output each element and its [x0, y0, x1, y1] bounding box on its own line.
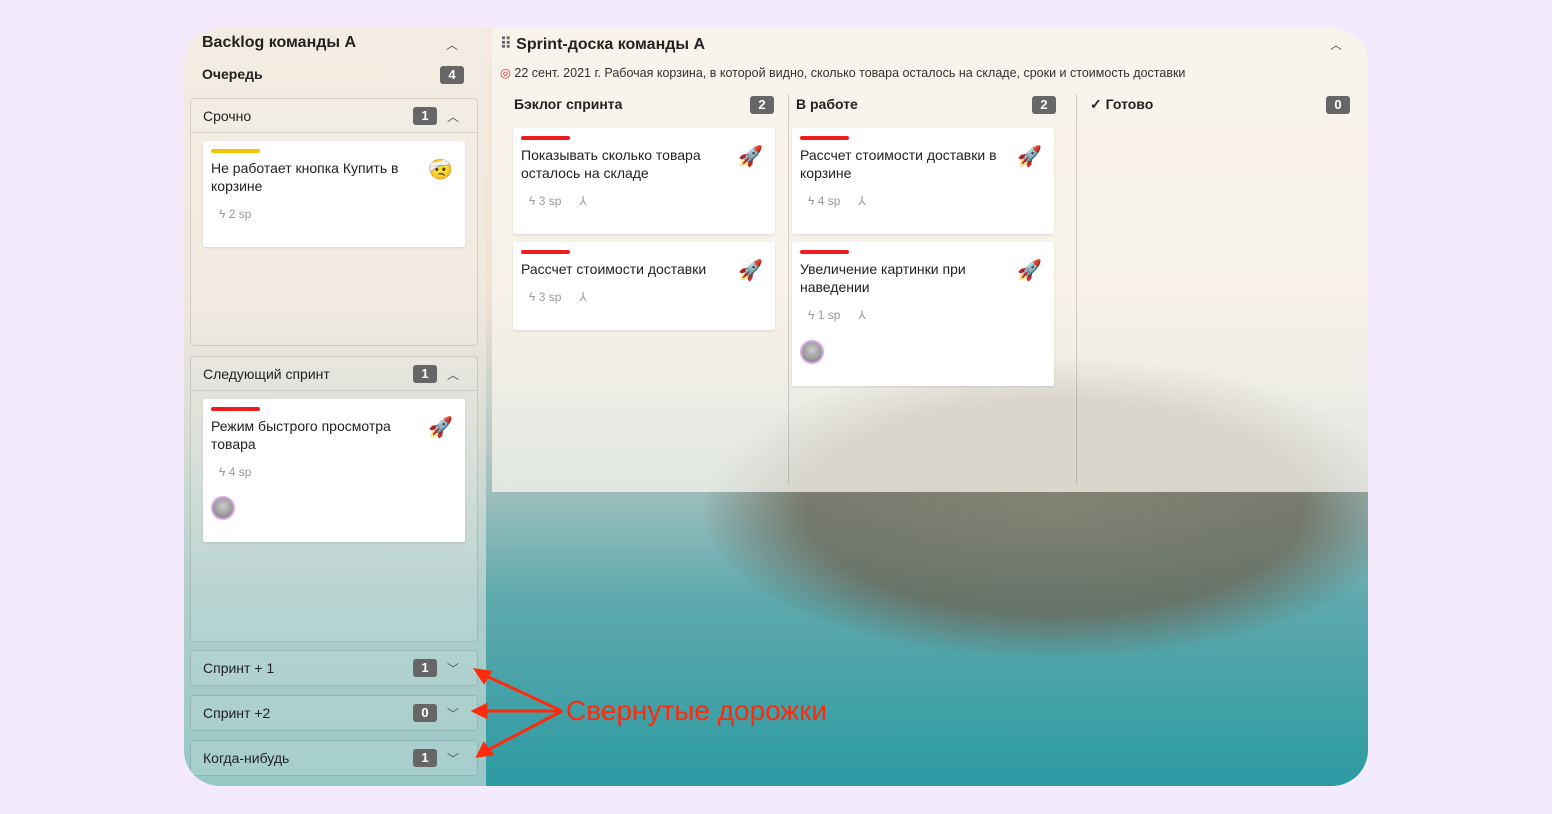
rocket-icon: 🚀: [738, 260, 763, 282]
lane-someday[interactable]: Когда-нибудь 1 ﹀: [190, 740, 478, 776]
card-title: Рассчет стоимости доставки в корзине: [800, 147, 997, 181]
backlog-panel: Backlog команды А ︿ Очередь 4 Срочно 1 ︿ Н…: [184, 28, 486, 786]
task-card[interactable]: Не работает кнопка Купить в корзине 🤕 ϟ …: [203, 141, 465, 247]
lane-urgent: Срочно 1 ︿ Не работает кнопка Купить в кор…: [190, 98, 478, 346]
drag-handle-icon[interactable]: ⠿: [500, 36, 516, 53]
rocket-icon: 🚀: [1017, 146, 1042, 168]
lane-count: 0: [413, 704, 437, 722]
card-meta: ϟ 2 sp: [219, 207, 269, 221]
lane-count: 1: [413, 107, 437, 125]
annotation-label: Свернутые дорожки: [566, 695, 828, 726]
subtasks-icon: ⅄: [579, 194, 587, 208]
board-description: ◎ 22 сент. 2021 г. Рабочая корзина, в ко…: [500, 66, 1186, 80]
board-title: ⠿ Sprint-доска команды А: [500, 36, 706, 53]
priority-bar: [800, 136, 849, 140]
priority-bar: [521, 136, 570, 140]
lane-header[interactable]: Следующий спринт 1 ︿: [191, 357, 477, 391]
column-done: ✓ Готово 0: [1076, 90, 1363, 485]
sprint-board: ⠿ Sprint-доска команды А ︿ ◎ 22 сент. 20…: [492, 28, 1368, 492]
lane-label: Спринт +2: [203, 705, 271, 721]
subtasks-icon: ⅄: [858, 308, 866, 322]
card-title: Рассчет стоимости доставки: [521, 261, 707, 277]
lane-sprint-plus-1[interactable]: Спринт + 1 1 ﹀: [190, 650, 478, 686]
queue-count: 4: [440, 66, 464, 84]
queue-label: Очередь: [202, 66, 263, 82]
avatar[interactable]: [800, 340, 824, 364]
lane-count: 1: [413, 365, 437, 383]
story-points: ϟ 2 sp: [219, 207, 252, 221]
task-card[interactable]: Режим быстрого просмотра товара 🚀 ϟ 4 sp: [203, 399, 465, 542]
column-sprint-backlog: Бэклог спринта 2 Показывать сколько товар…: [500, 90, 787, 485]
checkmark-icon: ✓: [1090, 96, 1106, 112]
annotation-arrows: [470, 668, 563, 758]
rocket-icon: 🚀: [1017, 260, 1042, 282]
card-title: Режим быстрого просмотра товара: [211, 418, 391, 452]
rocket-icon: 🚀: [738, 146, 763, 168]
card-meta: ϟ 4 sp: [219, 465, 269, 479]
chevron-down-icon[interactable]: ﹀: [447, 705, 459, 722]
card-title: Показывать сколько товара осталось на ск…: [521, 147, 701, 181]
lane-label: Спринт + 1: [203, 660, 275, 676]
task-card[interactable]: Показывать сколько товара осталось на ск…: [513, 128, 775, 234]
priority-bar: [211, 407, 260, 411]
chevron-down-icon[interactable]: ﹀: [447, 750, 459, 767]
priority-bar: [800, 250, 849, 254]
story-points: ϟ 4 sp: [219, 465, 252, 479]
lane-count: 1: [413, 659, 437, 677]
card-title: Не работает кнопка Купить в корзине: [211, 160, 399, 194]
lane-sprint-plus-2[interactable]: Спринт +2 0 ﹀: [190, 695, 478, 731]
chevron-up-icon[interactable]: ︿: [447, 108, 459, 125]
backlog-title: Backlog команды А: [202, 34, 357, 51]
lane-next-sprint: Следующий спринт 1 ︿ Режим быстрого просмо…: [190, 356, 478, 642]
chevron-up-icon[interactable]: ︿: [447, 366, 459, 383]
card-title: Увеличение картинки при наведении: [800, 261, 966, 295]
lane-label: Когда-нибудь: [203, 750, 290, 766]
lane-count: 1: [413, 749, 437, 767]
lane-header[interactable]: Срочно 1 ︿: [191, 99, 477, 133]
card-meta: ϟ 3 sp ⅄: [529, 290, 587, 304]
subtasks-icon: ⅄: [858, 194, 866, 208]
column-count: 2: [750, 96, 774, 114]
task-card[interactable]: Рассчет стоимости доставки 🚀 ϟ 3 sp ⅄: [513, 242, 775, 330]
priority-bar: [211, 149, 260, 153]
column-header: ✓ Готово 0: [1090, 96, 1350, 114]
column-header: Бэклог спринта 2: [514, 96, 774, 114]
priority-bar: [521, 250, 570, 254]
app-window: Backlog команды А ︿ Очередь 4 Срочно 1 ︿ Н…: [184, 28, 1368, 786]
chevron-down-icon[interactable]: ﹀: [447, 660, 459, 677]
lane-label: Следующий спринт: [203, 366, 330, 382]
collapse-board-icon[interactable]: ︿: [1330, 36, 1342, 53]
task-card[interactable]: Увеличение картинки при наведении 🚀 ϟ 1 …: [792, 242, 1054, 386]
column-in-progress: В работе 2 Рассчет стоимости доставки в к…: [788, 90, 1075, 485]
task-card[interactable]: Рассчет стоимости доставки в корзине 🚀 ϟ…: [792, 128, 1054, 234]
subtasks-icon: ⅄: [579, 290, 587, 304]
column-header: В работе 2: [796, 96, 1056, 114]
bandage-face-icon: 🤕: [428, 159, 453, 181]
avatar[interactable]: [211, 496, 235, 520]
rocket-icon: 🚀: [428, 417, 453, 439]
card-meta: ϟ 1 sp ⅄: [808, 308, 866, 322]
card-meta: ϟ 4 sp ⅄: [808, 194, 866, 208]
column-count: 2: [1032, 96, 1056, 114]
target-icon: ◎: [500, 66, 511, 80]
column-count: 0: [1326, 96, 1350, 114]
collapse-panel-icon[interactable]: ︿: [446, 36, 458, 53]
card-meta: ϟ 3 sp ⅄: [529, 194, 587, 208]
lane-label: Срочно: [203, 108, 252, 124]
